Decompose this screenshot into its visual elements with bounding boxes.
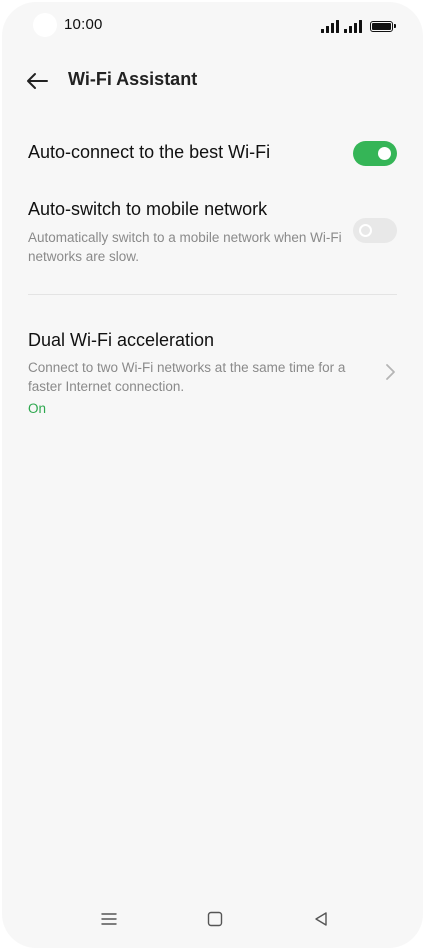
menu-icon [101,913,117,925]
toggle-knob [359,224,372,237]
home-button[interactable] [200,904,230,934]
auto-switch-label: Auto-switch to mobile network [28,199,268,219]
navigation-bar [2,892,423,948]
auto-switch-toggle[interactable] [353,218,397,243]
arrow-left-icon [27,73,48,89]
dual-wifi-label: Dual Wi-Fi acceleration [28,330,215,350]
signal-icon [344,20,362,33]
back-nav-button[interactable] [306,904,336,934]
page-title: Wi-Fi Assistant [68,69,198,89]
auto-switch-row[interactable]: Auto-switch to mobile network Automatica… [2,192,423,272]
auto-switch-description: Automatically switch to a mobile network… [28,230,342,264]
chevron-right-icon [386,364,395,380]
home-square-icon [207,911,223,927]
camera-cutout [33,13,57,37]
status-bar: 10:00 [2,2,423,48]
auto-connect-toggle[interactable] [353,141,397,166]
status-clock: 10:00 [64,16,103,33]
signal-icon [321,20,339,33]
dual-wifi-status: On [28,401,47,416]
back-button[interactable] [20,66,54,96]
status-icons [321,17,396,33]
toggle-knob [378,147,391,160]
menu-button[interactable] [94,904,124,934]
back-triangle-icon [315,912,327,926]
battery-icon [370,21,396,32]
phone-screen: 10:00 Wi-Fi Assistant Auto-connect to th… [2,2,423,948]
auto-connect-label: Auto-connect to the best Wi-Fi [28,142,271,162]
app-header: Wi-Fi Assistant [2,58,423,102]
dual-wifi-description: Connect to two Wi-Fi networks at the sam… [28,360,346,394]
dual-wifi-row[interactable]: Dual Wi-Fi acceleration Connect to two W… [2,322,423,422]
auto-connect-row[interactable]: Auto-connect to the best Wi-Fi [2,132,423,180]
section-divider [28,294,397,295]
